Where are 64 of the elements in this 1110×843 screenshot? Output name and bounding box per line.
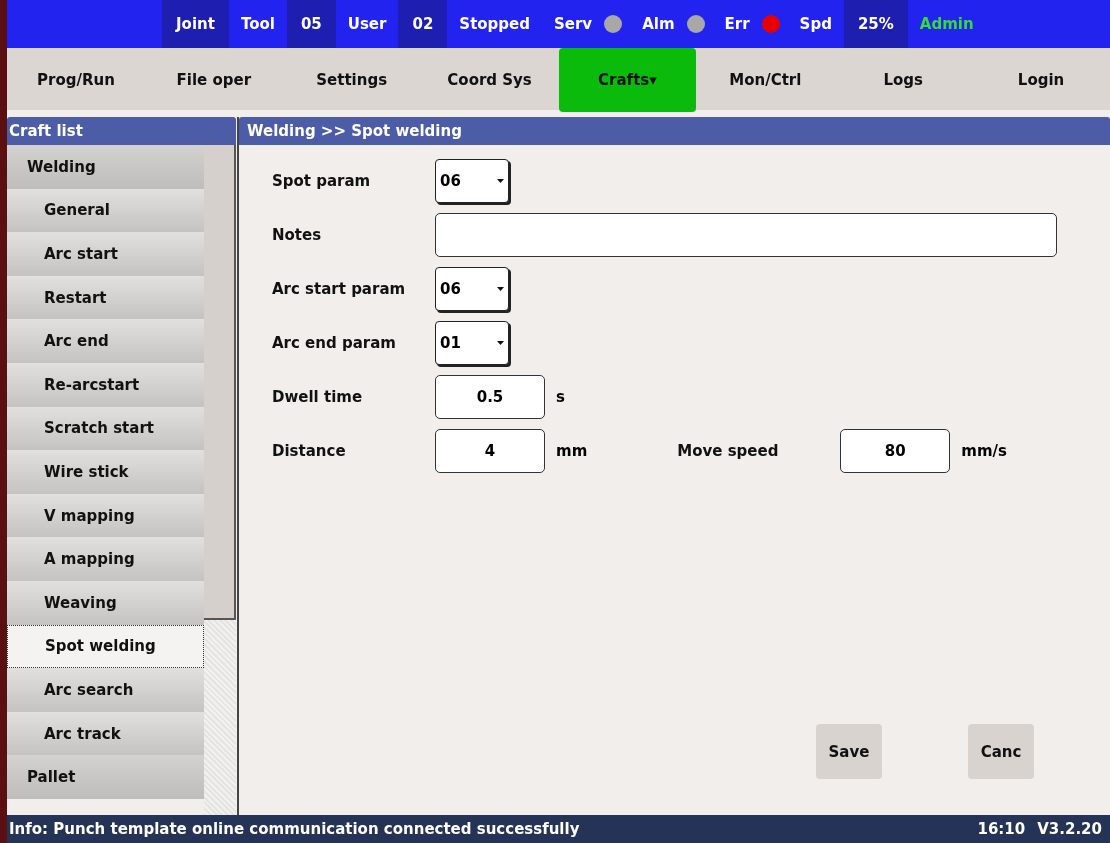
field-label: Notes bbox=[272, 226, 323, 244]
menu-tab[interactable]: Prog/Run bbox=[7, 48, 145, 112]
caret-icon bbox=[497, 341, 504, 345]
craft-list-item[interactable]: Arc track bbox=[7, 711, 204, 756]
field-label: Dwell time bbox=[272, 388, 364, 406]
dropdown[interactable]: 06 bbox=[435, 159, 509, 203]
field-label: Arc end param bbox=[272, 334, 397, 352]
craft-list-item[interactable]: Wire stick bbox=[7, 450, 204, 494]
craft-list-item[interactable]: Re-arcstart bbox=[7, 362, 204, 407]
action-button[interactable]: Canc bbox=[968, 724, 1034, 779]
status-label: Tool bbox=[239, 15, 276, 33]
unit-label: mm/s bbox=[961, 442, 1007, 460]
craft-list-item[interactable]: Pallet bbox=[7, 755, 204, 799]
unit-label: mm bbox=[556, 442, 588, 460]
craft-list-item[interactable]: General bbox=[7, 188, 204, 233]
menu-tab[interactable]: File oper bbox=[144, 48, 283, 112]
action-button[interactable]: Save bbox=[816, 724, 882, 779]
status-label: Serv bbox=[553, 15, 594, 33]
menu-tab[interactable]: Settings bbox=[282, 48, 421, 112]
scrollbar[interactable] bbox=[204, 145, 236, 815]
menu-tab[interactable]: Crafts▾ bbox=[558, 48, 697, 112]
input-field[interactable]: 0.5 bbox=[435, 375, 545, 419]
craft-list-item[interactable]: V mapping bbox=[7, 493, 204, 538]
info-message: Info: Punch template online communication connected successfully bbox=[9, 820, 581, 838]
craft-list-item[interactable]: Arc start bbox=[7, 232, 204, 276]
status-label: Stopped bbox=[458, 15, 531, 33]
status-value: 02 bbox=[398, 0, 448, 48]
version-label: V3.2.20 bbox=[1037, 820, 1102, 838]
dropdown[interactable]: 01 bbox=[435, 321, 509, 365]
status-label: User bbox=[346, 15, 388, 33]
craft-list-item[interactable]: Restart bbox=[7, 275, 204, 320]
craft-list-item[interactable]: Arc search bbox=[7, 668, 204, 712]
status-value: 25% bbox=[843, 0, 908, 48]
caret-icon bbox=[497, 179, 504, 183]
field-label: Spot param bbox=[272, 172, 372, 190]
menu-tab[interactable]: Logs bbox=[834, 48, 973, 112]
input-field[interactable]: 80 bbox=[840, 429, 951, 473]
unit-label: s bbox=[556, 388, 565, 406]
field-label: Arc start param bbox=[272, 280, 407, 298]
status-value: Joint bbox=[162, 0, 229, 48]
scrollbar-thumb[interactable] bbox=[204, 145, 236, 620]
panel-header: Craft list bbox=[7, 117, 236, 145]
menu-tab[interactable]: Login bbox=[972, 48, 1110, 112]
user-name: Admin bbox=[918, 15, 974, 33]
status-label: Err bbox=[723, 15, 751, 33]
craft-list-item[interactable]: A mapping bbox=[7, 537, 204, 581]
status-label: Alm bbox=[641, 15, 676, 33]
field-label: Move speed bbox=[677, 442, 780, 460]
craft-list-item[interactable]: Arc end bbox=[7, 319, 204, 363]
craft-list-item[interactable]: Welding bbox=[7, 145, 204, 189]
clock-time: 16:10 bbox=[977, 820, 1026, 838]
caret-icon bbox=[497, 287, 504, 291]
craft-list-item[interactable]: Weaving bbox=[7, 580, 204, 625]
input-field[interactable]: 4 bbox=[435, 429, 545, 473]
status-value: 05 bbox=[286, 0, 336, 48]
menu-tab[interactable]: Coord Sys bbox=[420, 48, 559, 112]
panel-header: Welding >> Spot welding bbox=[239, 117, 1110, 145]
craft-list-item[interactable]: Scratch start bbox=[7, 406, 204, 451]
field-label: Distance bbox=[272, 442, 347, 460]
dropdown[interactable]: 06 bbox=[435, 267, 509, 311]
craft-list-item[interactable]: Spot welding bbox=[7, 624, 204, 669]
menu-tab[interactable]: Mon/Ctrl bbox=[696, 48, 835, 112]
status-label: Spd bbox=[798, 15, 833, 33]
notes-field[interactable] bbox=[435, 213, 1057, 257]
